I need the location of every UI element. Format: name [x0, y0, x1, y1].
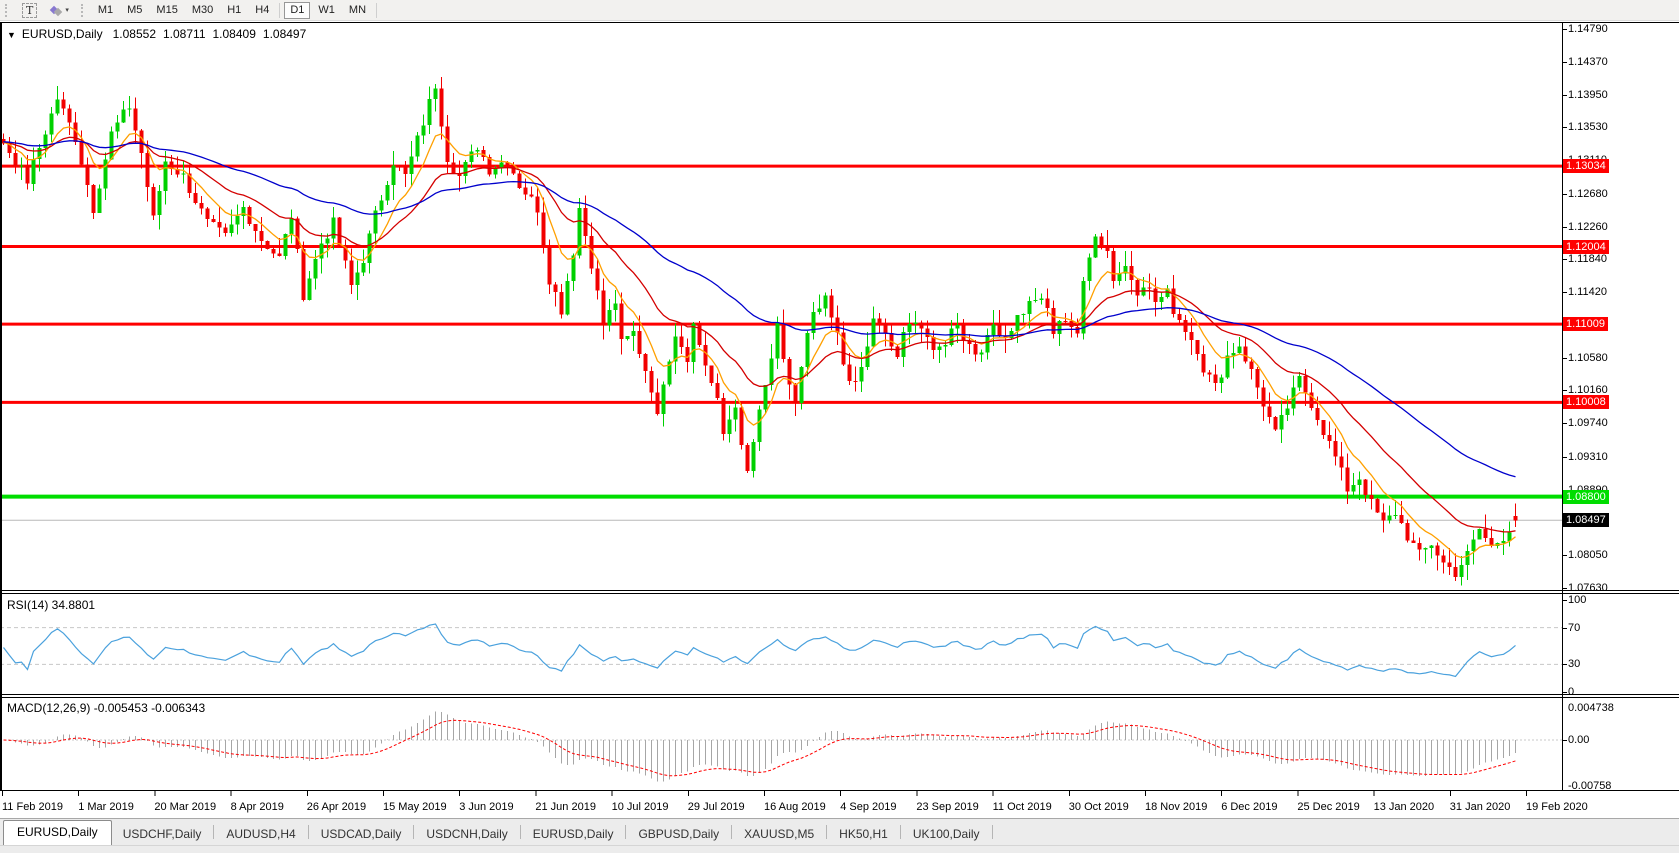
price-axis-label: 1.14790 — [1568, 22, 1608, 36]
tab-separator — [992, 825, 993, 839]
price-axis-label: 1.13530 — [1568, 120, 1608, 134]
date-label: 21 Jun 2019 — [535, 801, 596, 813]
chart-tab-EURUSD-Daily[interactable]: EURUSD,Daily — [522, 824, 625, 845]
timeframe-button-group: M1M5M15M30H1H4 D1W1MN — [91, 2, 380, 19]
mt4-window: T ▾ M1M5M15M30H1H4 D1W1MN ▼ EURUSD,Daily 1.… — [0, 0, 1679, 853]
macd-axis-label: 0.004738 — [1568, 701, 1614, 715]
date-label: 8 Apr 2019 — [231, 801, 284, 813]
date-label: 15 May 2019 — [383, 801, 447, 813]
timeframe-button-M15[interactable]: M15 — [150, 2, 183, 19]
macd-indicator-label: MACD(12,26,9) -0.005453 -0.006343 — [7, 701, 205, 715]
rsi-axis-label: 100 — [1568, 593, 1586, 607]
timeframe-button-M30[interactable]: M30 — [186, 2, 219, 19]
rsi-axis-label: 0 — [1568, 685, 1574, 699]
date-label: 11 Feb 2019 — [2, 801, 63, 813]
tab-separator — [308, 825, 309, 839]
bottom-strip — [0, 845, 1679, 853]
arrange-icon-secondary — [54, 8, 62, 16]
dropdown-caret-icon: ▾ — [65, 6, 69, 14]
price-axis-label: 1.10580 — [1568, 351, 1608, 365]
rsi-indicator-label: RSI(14) 34.8801 — [7, 598, 95, 612]
text-tool-button[interactable]: T — [16, 2, 43, 19]
tab-separator — [413, 825, 414, 839]
level-price-badge: 1.10008 — [1563, 395, 1609, 409]
price-axis-label: 1.09740 — [1568, 416, 1608, 430]
date-label: 13 Jan 2020 — [1374, 801, 1435, 813]
chart-tab-UK100-Daily[interactable]: UK100,Daily — [902, 824, 991, 845]
date-label: 26 Apr 2019 — [307, 801, 366, 813]
chart-tab-USDCHF-Daily[interactable]: USDCHF,Daily — [112, 824, 213, 845]
price-axis-label: 1.14370 — [1568, 55, 1608, 69]
date-label: 25 Dec 2019 — [1297, 801, 1359, 813]
price-axis-label: 1.11420 — [1568, 285, 1607, 299]
chart-tab-XAUUSD-M5[interactable]: XAUUSD,M5 — [733, 824, 825, 845]
date-label: 31 Jan 2020 — [1450, 801, 1511, 813]
toolbar-separator — [279, 3, 280, 18]
date-label: 4 Sep 2019 — [840, 801, 896, 813]
timeframe-button-M5[interactable]: M5 — [121, 2, 148, 19]
chart-tab-HK50-H1[interactable]: HK50,H1 — [828, 824, 899, 845]
toolbar-drag-handle[interactable] — [5, 4, 11, 17]
chart-tab-USDCNH-Daily[interactable]: USDCNH,Daily — [415, 824, 518, 845]
rsi-axis-label: 30 — [1568, 657, 1580, 671]
price-chart-canvas[interactable] — [0, 22, 1679, 818]
chart-tab-EURUSD-Daily[interactable]: EURUSD,Daily — [3, 820, 112, 845]
price-axis-label: 1.11840 — [1568, 252, 1607, 266]
date-label: 20 Mar 2019 — [154, 801, 216, 813]
arrange-symbols-button[interactable]: ▾ — [45, 2, 75, 19]
price-axis-label: 1.13950 — [1568, 88, 1608, 102]
date-label: 10 Jul 2019 — [612, 801, 669, 813]
price-axis-label: 1.08050 — [1568, 548, 1608, 562]
chart-tab-AUDUSD-H4[interactable]: AUDUSD,H4 — [215, 824, 306, 845]
tab-separator — [731, 825, 732, 839]
date-label: 11 Oct 2019 — [993, 801, 1052, 813]
tab-separator — [625, 825, 626, 839]
ohlc-high: 1.08711 — [163, 27, 206, 41]
timeframe-button-W1[interactable]: W1 — [312, 2, 341, 19]
timeframe-button-H1[interactable]: H1 — [221, 2, 247, 19]
chart-collapse-icon[interactable]: ▼ — [7, 30, 16, 40]
date-label: 6 Dec 2019 — [1221, 801, 1277, 813]
tab-separator — [900, 825, 901, 839]
level-price-badge: 1.12004 — [1563, 240, 1609, 254]
level-price-badge: 1.13034 — [1563, 159, 1609, 173]
price-axis-label: 1.12260 — [1568, 220, 1608, 234]
toolbar-group-handle[interactable] — [81, 4, 87, 17]
date-label: 23 Sep 2019 — [916, 801, 978, 813]
top-toolbar: T ▾ M1M5M15M30H1H4 D1W1MN — [0, 0, 1679, 21]
ohlc-low: 1.08409 — [213, 27, 256, 41]
date-label: 30 Oct 2019 — [1069, 801, 1129, 813]
tab-separator — [520, 825, 521, 839]
tab-separator — [826, 825, 827, 839]
tab-separator — [213, 825, 214, 839]
chart-header: ▼ EURUSD,Daily 1.08552 1.08711 1.08409 1.0849… — [7, 27, 313, 41]
date-label: 3 Jun 2019 — [459, 801, 513, 813]
price-axis-label: 1.12680 — [1568, 187, 1608, 201]
timeframe-button-D1[interactable]: D1 — [284, 2, 310, 19]
timeframe-button-MN[interactable]: MN — [343, 2, 372, 19]
rsi-axis-label: 70 — [1568, 621, 1580, 635]
level-price-badge: 1.11009 — [1563, 317, 1608, 331]
macd-axis-label: 0.00 — [1568, 733, 1589, 747]
ohlc-open: 1.08552 — [113, 27, 156, 41]
text-tool-icon: T — [22, 3, 37, 18]
ohlc-close: 1.08497 — [263, 27, 306, 41]
date-label: 29 Jul 2019 — [688, 801, 745, 813]
chart-tab-GBPUSD-Daily[interactable]: GBPUSD,Daily — [627, 824, 730, 845]
timeframe-button-H4[interactable]: H4 — [249, 2, 275, 19]
date-label: 16 Aug 2019 — [764, 801, 826, 813]
chart-tab-USDCAD-Daily[interactable]: USDCAD,Daily — [310, 824, 413, 845]
chart-symbol-label: EURUSD,Daily — [22, 27, 103, 41]
chart-window: ▼ EURUSD,Daily 1.08552 1.08711 1.08409 1.0849… — [0, 22, 1679, 818]
current-price-badge: 1.08497 — [1563, 513, 1609, 527]
timeframe-button-M1[interactable]: M1 — [92, 2, 119, 19]
toolbar-separator — [376, 3, 377, 18]
date-label: 19 Feb 2020 — [1526, 801, 1588, 813]
date-label: 1 Mar 2019 — [78, 801, 134, 813]
chart-tab-bar: EURUSD,DailyUSDCHF,DailyAUDUSD,H4USDCAD,… — [0, 818, 1679, 845]
price-axis-label: 1.09310 — [1568, 450, 1608, 464]
date-label: 18 Nov 2019 — [1145, 801, 1207, 813]
macd-axis-label: -0.00758 — [1568, 779, 1611, 793]
level-price-badge: 1.08800 — [1563, 490, 1609, 504]
